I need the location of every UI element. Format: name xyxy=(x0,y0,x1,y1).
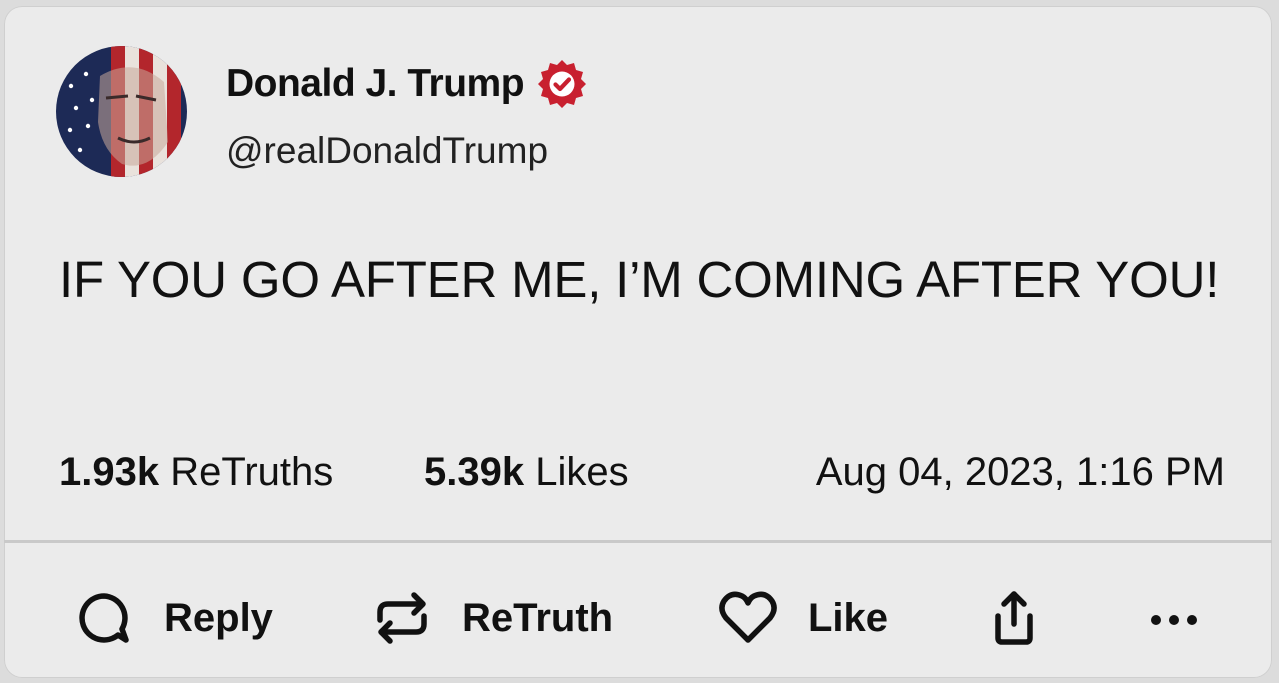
avatar-image xyxy=(56,46,187,177)
share-button[interactable] xyxy=(984,588,1044,648)
post-timestamp[interactable]: Aug 04, 2023, 1:16 PM xyxy=(816,450,1225,495)
retruth-icon xyxy=(377,592,427,644)
retruths-stat[interactable]: 1.93k ReTruths xyxy=(59,450,333,495)
likes-label: Likes xyxy=(535,450,629,494)
reply-button[interactable]: Reply xyxy=(74,588,273,648)
author-handle[interactable]: @realDonaldTrump xyxy=(226,130,548,172)
reply-label: Reply xyxy=(164,595,273,640)
truth-post-card: Donald J. Trump @realDonaldTrump IF YOU … xyxy=(4,6,1272,678)
post-stats: 1.93k ReTruths 5.39k Likes Aug 04, 2023,… xyxy=(59,450,1229,502)
more-icon xyxy=(1151,615,1197,625)
post-text: IF YOU GO AFTER ME, I’M COMING AFTER YOU… xyxy=(59,251,1220,308)
retruths-label: ReTruths xyxy=(170,450,334,494)
share-icon xyxy=(995,591,1033,645)
more-options-button[interactable] xyxy=(1144,588,1204,648)
verified-badge-icon xyxy=(538,60,587,108)
retruths-count: 1.93k xyxy=(59,450,160,494)
like-button[interactable]: Like xyxy=(718,588,888,648)
avatar[interactable] xyxy=(56,46,187,177)
author-display-name[interactable]: Donald J. Trump xyxy=(226,62,525,106)
retruth-label: ReTruth xyxy=(462,595,614,640)
retruth-button[interactable]: ReTruth xyxy=(372,588,613,648)
heart-icon xyxy=(719,591,777,643)
like-label: Like xyxy=(808,595,889,640)
likes-count: 5.39k xyxy=(424,450,525,494)
reply-icon xyxy=(79,593,129,643)
likes-stat[interactable]: 5.39k Likes xyxy=(424,450,629,495)
divider xyxy=(4,540,1272,543)
